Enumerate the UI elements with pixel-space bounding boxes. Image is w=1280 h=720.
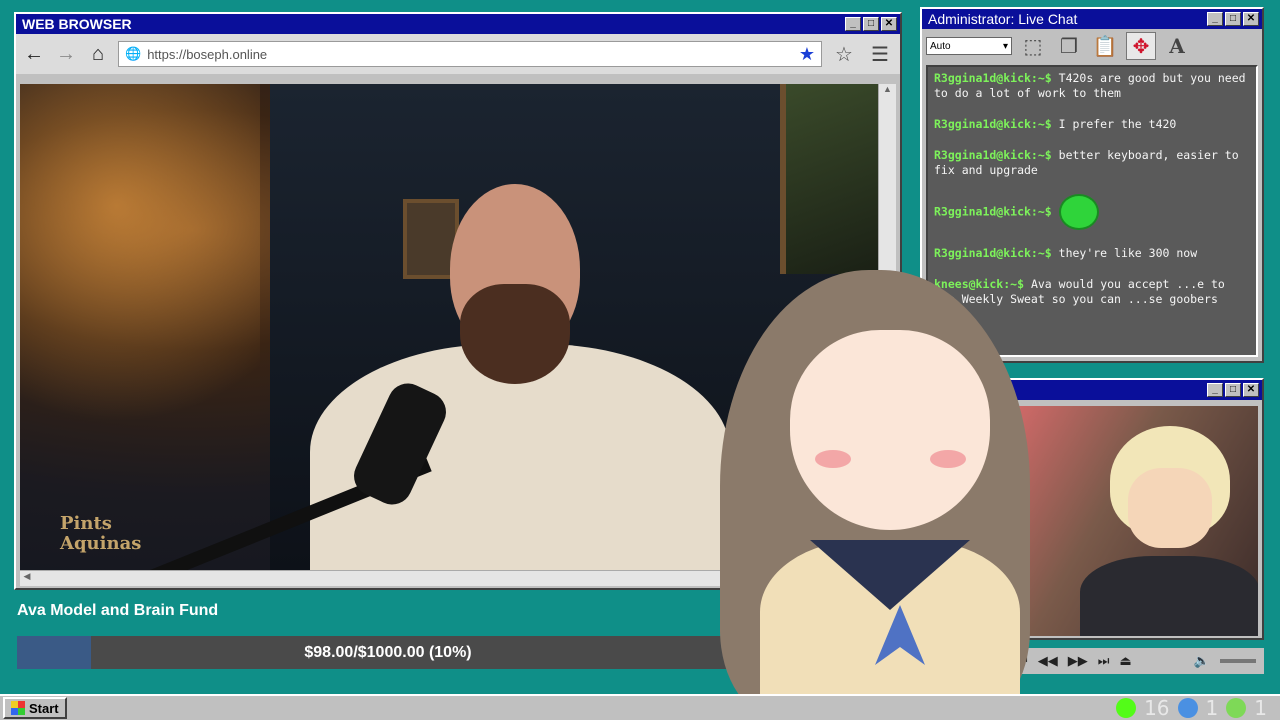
chat-message: knees@kick:~$ Ava would you accept ...e … — [934, 277, 1250, 307]
chat-title: Administrator: Live Chat — [928, 11, 1078, 27]
close-button[interactable]: ✕ — [881, 17, 897, 31]
green-emote-icon — [1058, 194, 1099, 230]
chat-message: R3ggina1d@kick:~$ T420s are good but you… — [934, 71, 1250, 101]
select-rect-icon[interactable]: ⬚ — [1018, 32, 1048, 60]
image-minimize-button[interactable]: _ — [1207, 383, 1223, 397]
moon-icon[interactable] — [1177, 698, 1198, 718]
menu-icon[interactable]: ☰ — [866, 42, 894, 67]
chat-minimize-button[interactable]: _ — [1207, 12, 1223, 26]
globe-icon: 🌐 — [125, 46, 142, 61]
volume-icon[interactable]: 🔈 — [1194, 653, 1210, 669]
browser-titlebar[interactable]: WEB BROWSER _ □ ✕ — [16, 14, 900, 34]
start-button[interactable]: Start — [3, 697, 67, 719]
fast-forward-icon[interactable]: ▶▶ — [1068, 653, 1088, 669]
home-icon[interactable]: ⌂ — [86, 43, 110, 66]
system-tray: 16 1 1 — [1116, 696, 1277, 720]
fund-progress-bar: $98.00/$1000.00 (10%) — [17, 636, 759, 669]
chat-username: R3ggina1d@kick:~$ — [934, 71, 1052, 85]
watermark-logo: Pints Aquinas — [60, 513, 142, 554]
fund-progress-label: $98.00/$1000.00 (10%) — [304, 643, 472, 661]
catboy-face — [1128, 468, 1212, 548]
kick-count: 16 — [1144, 696, 1170, 720]
font-size-value: Auto — [930, 40, 951, 52]
anime-artwork — [1010, 406, 1258, 636]
chat-titlebar[interactable]: Administrator: Live Chat _ □ ✕ — [922, 9, 1262, 29]
chevron-down-icon: ▾ — [1002, 40, 1008, 52]
play-icon[interactable] — [1226, 698, 1247, 718]
browser-title: WEB BROWSER — [22, 16, 132, 32]
chat-message: R3ggina1d@kick:~$ better keyboard, easie… — [934, 148, 1250, 178]
chat-message: R3ggina1d@kick:~$ — [934, 194, 1250, 230]
image-maximize-button[interactable]: □ — [1225, 383, 1241, 397]
chat-username: R3ggina1d@kick:~$ — [934, 204, 1052, 219]
windows-logo-icon — [11, 701, 25, 715]
chat-username: R3ggina1d@kick:~$ — [934, 117, 1052, 131]
chat-log[interactable]: R3ggina1d@kick:~$ T420s are good but you… — [926, 65, 1258, 357]
media-controls: ⏮ ◀◀ ▶▶ ⏭ ⏏ 🔈 — [1008, 648, 1264, 674]
rewind-icon[interactable]: ◀◀ — [1038, 653, 1058, 669]
move-icon[interactable]: ✥ — [1126, 32, 1156, 60]
chat-toolbar: Auto ▾ ⬚ ❐ 📋 ✥ A — [922, 29, 1262, 63]
taskbar: Start 16 1 1 — [0, 694, 1280, 720]
address-bar[interactable]: 🌐 https://boseph.online ★ — [118, 41, 822, 67]
volume-slider[interactable] — [1220, 659, 1256, 663]
chat-message: R3ggina1d@kick:~$ I prefer the t420 — [934, 117, 1250, 132]
bookmark-star-icon[interactable]: ★ — [799, 44, 815, 65]
maximize-button[interactable]: □ — [863, 17, 879, 31]
live-chat-window: Administrator: Live Chat _ □ ✕ Auto ▾ ⬚ … — [920, 7, 1264, 363]
minimize-button[interactable]: _ — [845, 17, 861, 31]
moon-count: 1 — [1205, 696, 1219, 720]
vtuber-blush-right — [930, 450, 966, 468]
bar-shelf-background — [20, 84, 260, 570]
vtuber-face — [790, 330, 990, 530]
portrait-painting — [780, 84, 878, 274]
forward-arrow-icon[interactable]: → — [54, 43, 78, 66]
chat-maximize-button[interactable]: □ — [1225, 12, 1241, 26]
skip-next-icon[interactable]: ⏭ — [1098, 653, 1110, 669]
play-count: 1 — [1254, 696, 1267, 720]
url-text: https://boseph.online — [147, 46, 268, 62]
scroll-left-icon[interactable]: ◀ — [20, 571, 34, 582]
font-size-select[interactable]: Auto ▾ — [926, 37, 1012, 55]
font-icon[interactable]: A — [1162, 32, 1192, 60]
browser-toolbar: ← → ⌂ 🌐 https://boseph.online ★ ☆ ☰ — [16, 34, 900, 74]
eject-icon[interactable]: ⏏ — [1119, 653, 1131, 669]
start-label: Start — [29, 700, 59, 716]
chat-message: R3ggina1d@kick:~$ they're like 300 now — [934, 246, 1250, 261]
catboy-sweater — [1080, 556, 1258, 636]
kick-icon[interactable] — [1116, 698, 1137, 718]
paste-icon[interactable]: 📋 — [1090, 32, 1120, 60]
chat-text: they're like 300 now — [1058, 246, 1198, 260]
image-close-button[interactable]: ✕ — [1243, 383, 1259, 397]
scroll-up-icon[interactable]: ▲ — [879, 84, 896, 94]
chat-text: I prefer the t420 — [1058, 117, 1177, 131]
chat-close-button[interactable]: ✕ — [1243, 12, 1259, 26]
copy-icon[interactable]: ❐ — [1054, 32, 1084, 60]
image-titlebar[interactable]: _ □ ✕ — [1006, 380, 1262, 400]
vtuber-blush-left — [815, 450, 851, 468]
back-arrow-icon[interactable]: ← — [22, 43, 46, 66]
chat-username: R3ggina1d@kick:~$ — [934, 246, 1052, 260]
fund-title: Ava Model and Brain Fund — [17, 602, 219, 619]
favorites-star-icon[interactable]: ☆ — [830, 42, 858, 67]
speaker-beard — [460, 284, 570, 384]
chat-username: knees@kick:~$ — [934, 277, 1025, 291]
image-window: _ □ ✕ — [1004, 378, 1264, 640]
chat-username: R3ggina1d@kick:~$ — [934, 148, 1052, 162]
